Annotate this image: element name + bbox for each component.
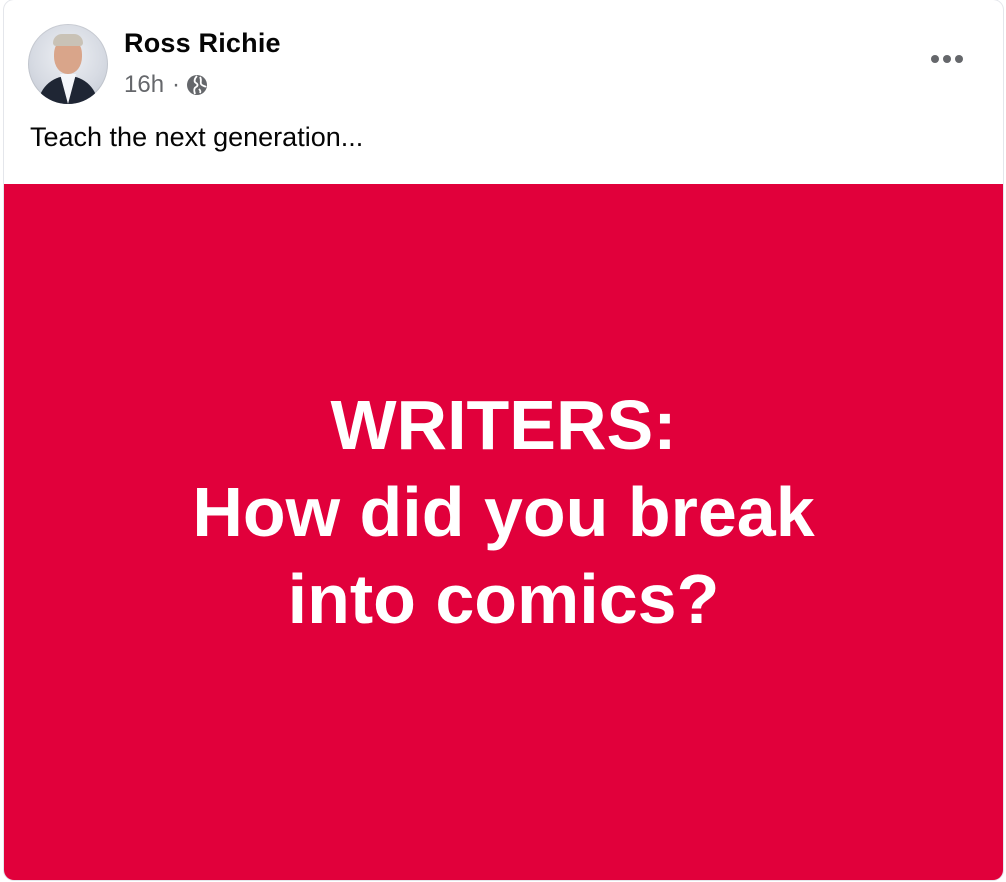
post-meta: 16h · [124, 70, 208, 100]
post-header: Ross Richie 16h · [4, 0, 1003, 110]
image-text: WRITERS: How did you break into comics? [192, 382, 814, 643]
more-horizontal-icon [931, 55, 963, 63]
avatar[interactable] [28, 24, 108, 104]
meta-separator: · [172, 71, 181, 98]
image-text-line: WRITERS: [330, 385, 677, 464]
image-text-line: How did you break [192, 472, 815, 551]
post-text: Teach the next generation... [30, 122, 364, 152]
post-image[interactable]: WRITERS: How did you break into comics? [4, 184, 1003, 880]
post-timestamp[interactable]: 16h [124, 71, 164, 99]
more-options-button[interactable] [927, 44, 967, 74]
author-name[interactable]: Ross Richie [124, 28, 281, 59]
globe-icon[interactable] [186, 74, 208, 96]
image-text-line: into comics? [287, 559, 720, 638]
avatar-hair [53, 34, 83, 46]
post-card: Ross Richie 16h · Teach the next generat… [4, 0, 1003, 880]
